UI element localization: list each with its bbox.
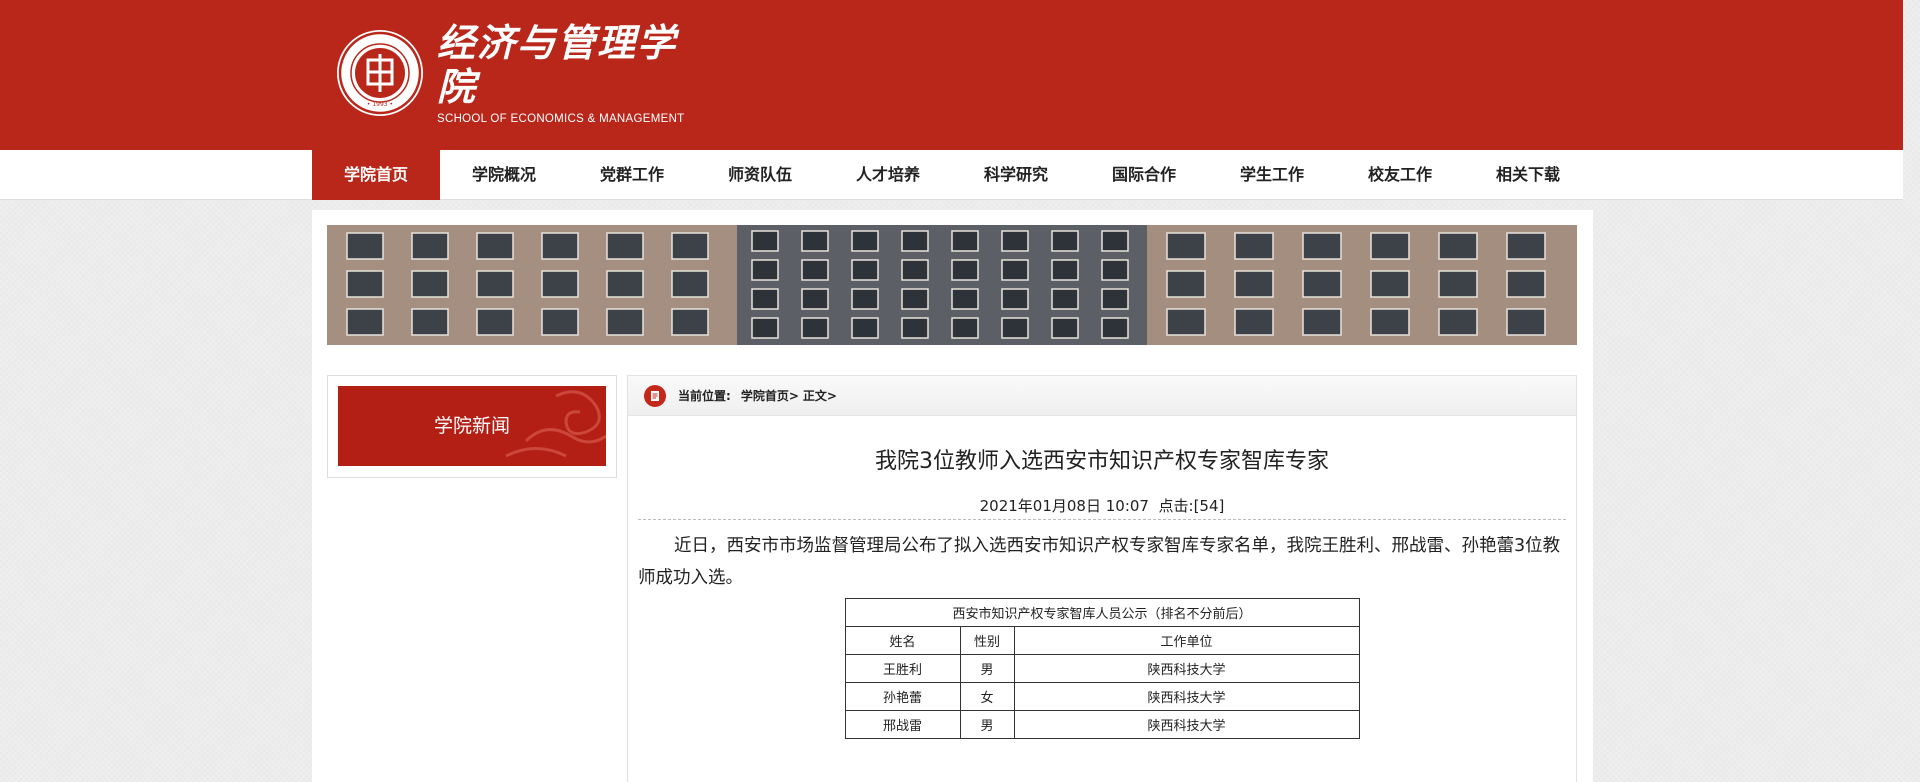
main-nav: 学院首页 学院概况 党群工作 师资队伍 人才培养 科学研究 国际合作 学生工作 校友工作 相关下载 bbox=[0, 150, 1903, 200]
breadcrumb-home-link[interactable]: 学院首页> bbox=[741, 387, 799, 404]
document-icon bbox=[644, 384, 666, 407]
sidebar-title[interactable]: 学院新闻 bbox=[338, 386, 606, 466]
click-count: [54] bbox=[1193, 497, 1225, 515]
cell-unit: 陕西科技大学 bbox=[1013, 682, 1360, 711]
experts-table: 西安市知识产权专家智库人员公示（排名不分前后） 姓名 性别 工作单位 王胜利男陕… bbox=[844, 598, 1360, 739]
table-header-row: 姓名 性别 工作单位 bbox=[844, 626, 1360, 655]
nav-item-5[interactable]: 科学研究 bbox=[952, 150, 1080, 200]
nav-item-3[interactable]: 师资队伍 bbox=[696, 150, 824, 200]
article-meta: 2021年01月08日 10:07 点击:[54] bbox=[628, 495, 1576, 515]
nav-item-8[interactable]: 校友工作 bbox=[1336, 150, 1464, 200]
cell-name: 孙艳蕾 bbox=[844, 682, 961, 711]
cell-gender: 男 bbox=[959, 710, 1015, 739]
site-logo[interactable]: • 1993 • 经济与管理学院 SCHOOL OF ECONOMICS & M… bbox=[337, 21, 687, 125]
cell-unit: 陕西科技大学 bbox=[1013, 654, 1360, 683]
nav-item-9[interactable]: 相关下载 bbox=[1464, 150, 1592, 200]
table-row: 邢战雷男陕西科技大学 bbox=[844, 710, 1360, 739]
breadcrumb-label: 当前位置: bbox=[678, 389, 731, 403]
nav-item-1[interactable]: 学院概况 bbox=[440, 150, 568, 200]
publish-date: 2021年01月08日 10:07 bbox=[979, 497, 1149, 515]
table-caption: 西安市知识产权专家智库人员公示（排名不分前后） bbox=[844, 598, 1360, 627]
content-container: 学院新闻 当前位置: 学院首页> 正文> 我院3位教师入选西安市知识产权专家智库… bbox=[312, 210, 1593, 782]
header-gender: 性别 bbox=[959, 626, 1015, 655]
nav-item-0[interactable]: 学院首页 bbox=[312, 150, 440, 200]
cell-name: 邢战雷 bbox=[844, 710, 961, 739]
table-row: 王胜利男陕西科技大学 bbox=[844, 654, 1360, 683]
banner-image bbox=[327, 225, 1577, 345]
article-panel: 当前位置: 学院首页> 正文> 我院3位教师入选西安市知识产权专家智库专家 20… bbox=[627, 375, 1577, 782]
sidebar: 学院新闻 bbox=[327, 375, 617, 478]
click-label: 点击: bbox=[1158, 497, 1194, 515]
school-seal-icon: • 1993 • bbox=[337, 30, 423, 116]
article-body: 近日，西安市市场监督管理局公布了拟入选西安市知识产权专家智库专家名单，我院王胜利… bbox=[638, 536, 1561, 588]
site-header: • 1993 • 经济与管理学院 SCHOOL OF ECONOMICS & M… bbox=[0, 0, 1903, 150]
breadcrumb-current[interactable]: 正文> bbox=[803, 387, 837, 404]
cell-gender: 男 bbox=[959, 654, 1015, 683]
header-unit: 工作单位 bbox=[1013, 626, 1360, 655]
nav-item-7[interactable]: 学生工作 bbox=[1208, 150, 1336, 200]
table-row: 孙艳蕾女陕西科技大学 bbox=[844, 682, 1360, 711]
nav-item-4[interactable]: 人才培养 bbox=[824, 150, 952, 200]
article-title: 我院3位教师入选西安市知识产权专家智库专家 bbox=[875, 449, 1329, 474]
breadcrumb: 当前位置: 学院首页> 正文> bbox=[628, 376, 1576, 416]
svg-text:• 1993 •: • 1993 • bbox=[367, 101, 393, 108]
logo-chinese-name: 经济与管理学院 bbox=[437, 20, 678, 109]
logo-english-name: SCHOOL OF ECONOMICS & MANAGEMENT bbox=[437, 113, 685, 125]
divider bbox=[638, 519, 1566, 520]
cell-gender: 女 bbox=[959, 682, 1015, 711]
cell-unit: 陕西科技大学 bbox=[1013, 710, 1360, 739]
nav-item-2[interactable]: 党群工作 bbox=[568, 150, 696, 200]
table-caption-row: 西安市知识产权专家智库人员公示（排名不分前后） bbox=[844, 598, 1360, 627]
nav-item-6[interactable]: 国际合作 bbox=[1080, 150, 1208, 200]
cell-name: 王胜利 bbox=[844, 654, 961, 683]
header-name: 姓名 bbox=[844, 626, 961, 655]
